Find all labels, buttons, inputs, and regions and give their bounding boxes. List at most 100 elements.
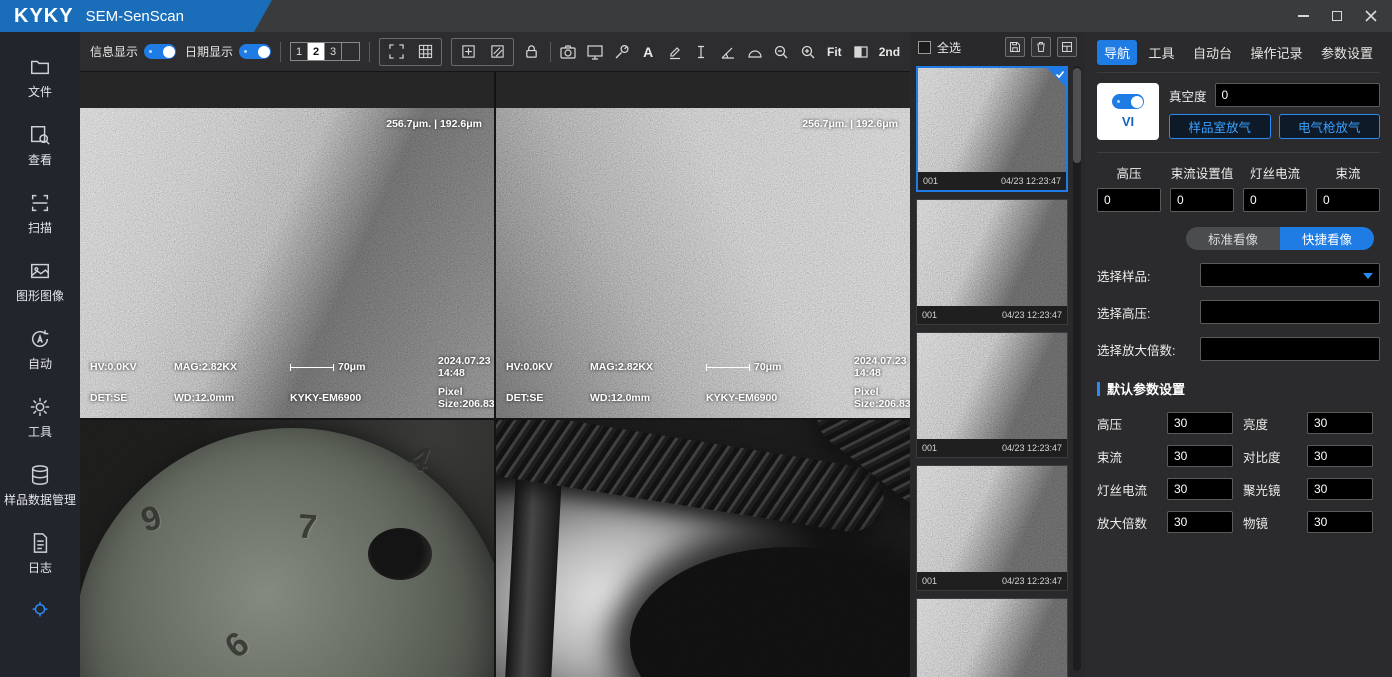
default-condenser-label: 聚光镜 [1243, 480, 1297, 499]
display-button[interactable] [586, 41, 604, 63]
sem-viewport-1[interactable]: 256.7μm. | 192.6μm HV:0.0KV MAG:2.82KX 7… [80, 72, 494, 418]
sidebar-item-auto[interactable]: 自动 [0, 316, 80, 384]
dither-button[interactable] [414, 41, 436, 63]
vent-gun-button[interactable]: 电气枪放气 [1279, 114, 1381, 139]
optical-chamber-viewport[interactable] [496, 420, 910, 677]
log-icon [29, 532, 51, 554]
layout-3-button[interactable]: 3 [325, 43, 342, 60]
sidebar-item-graphics[interactable]: 图形图像 [0, 248, 80, 316]
select-all-checkbox[interactable] [918, 41, 931, 54]
tab-navigation[interactable]: 导航 [1097, 40, 1137, 65]
default-hv-input[interactable] [1167, 412, 1233, 434]
select-hv-label: 选择高压: [1097, 303, 1194, 322]
capture-button[interactable] [560, 41, 578, 63]
layout-2-button[interactable]: 2 [308, 43, 325, 60]
scrollbar-thumb[interactable] [1073, 68, 1081, 163]
tab-tools[interactable]: 工具 [1141, 40, 1181, 65]
crosshair-button[interactable] [457, 41, 479, 63]
layout-empty-button[interactable] [342, 43, 359, 60]
datetime-value: 2024.07.23 14:48 [438, 355, 494, 379]
quick-imaging-button[interactable]: 快捷看像 [1280, 227, 1374, 250]
mag-dropdown[interactable] [1200, 337, 1380, 361]
vent-chamber-button[interactable]: 样品室放气 [1169, 114, 1271, 139]
date-display-toggle[interactable] [239, 44, 271, 59]
layout-1-button[interactable]: 1 [291, 43, 308, 60]
sidebar-item-tools[interactable]: 工具 [0, 384, 80, 452]
hv-value: HV:0.0KV [90, 361, 174, 373]
thumbnail-item[interactable]: 001 04/23 12:23:47 [916, 199, 1068, 325]
info-display-toggle[interactable] [144, 44, 176, 59]
protractor-button[interactable] [746, 41, 764, 63]
layout-switcher: 1 2 3 [290, 42, 360, 61]
tab-operation-log[interactable]: 操作记录 [1243, 40, 1309, 65]
gallery-button[interactable] [1057, 37, 1077, 57]
sidebar-item-view[interactable]: 查看 [0, 112, 80, 180]
hv-input[interactable] [1097, 188, 1161, 212]
hv-dropdown[interactable] [1200, 300, 1380, 324]
default-filament-label: 灯丝电流 [1097, 480, 1157, 499]
optical-stage-viewport[interactable]: 4 7 9 6 [80, 420, 494, 677]
tab-auto-stage[interactable]: 自动台 [1186, 40, 1239, 65]
default-contrast-input[interactable] [1307, 445, 1373, 467]
thumbnail-item[interactable]: 001 04/23 12:23:47 [916, 598, 1068, 677]
datetime-value: 2024.07.23 14:48 [854, 355, 910, 379]
contrast-button[interactable] [852, 41, 870, 63]
text-tool-button[interactable]: A [639, 41, 657, 63]
default-condenser-input[interactable] [1307, 478, 1373, 500]
second-display-button[interactable]: 2nd [879, 41, 900, 63]
save-button[interactable] [1005, 37, 1025, 57]
annotate-button[interactable] [666, 41, 684, 63]
lock-button[interactable] [523, 41, 541, 63]
vi-toggle-card[interactable]: VI [1097, 83, 1159, 140]
close-button[interactable] [1358, 5, 1384, 27]
delete-button[interactable] [1031, 37, 1051, 57]
frame-button[interactable] [486, 41, 508, 63]
protractor-icon [747, 44, 763, 60]
default-filament-input[interactable] [1167, 478, 1233, 500]
filament-input[interactable] [1243, 188, 1307, 212]
standard-imaging-button[interactable]: 标准看像 [1186, 227, 1280, 250]
sidebar-item-sample-data[interactable]: 样品数据管理 [0, 452, 80, 520]
select-sample-row: 选择样品: [1097, 263, 1380, 287]
default-mag-input[interactable] [1167, 511, 1233, 533]
vacuum-input[interactable] [1215, 83, 1380, 107]
angle-button[interactable] [719, 41, 737, 63]
zoom-in-button[interactable] [799, 41, 817, 63]
text-tool-icon: A [643, 44, 653, 60]
beam-fields: 高压 束流设置值 灯丝电流 束流 [1097, 163, 1380, 212]
beam-set-label: 束流设置值 [1171, 163, 1234, 182]
sidebar-item-partial[interactable] [0, 588, 80, 634]
section-accent-bar [1097, 382, 1100, 396]
detector-value: DET:SE [90, 392, 174, 404]
beam-input[interactable] [1316, 188, 1380, 212]
thumbnail-item[interactable]: 001 04/23 12:23:47 [916, 332, 1068, 458]
maximize-button[interactable] [1324, 5, 1350, 27]
fit-button[interactable]: Fit [826, 41, 844, 63]
sample-dropdown[interactable] [1200, 263, 1380, 287]
default-objective-input[interactable] [1307, 511, 1373, 533]
default-mag-label: 放大倍数 [1097, 513, 1157, 532]
beam-set-input[interactable] [1170, 188, 1234, 212]
thumbnail-list: 001 04/23 12:23:47 001 04/23 12:23:47 [916, 66, 1068, 677]
minimize-button[interactable] [1290, 5, 1316, 27]
vi-toggle[interactable] [1112, 94, 1144, 109]
toolbar-separator [280, 42, 281, 62]
sidebar-item-files[interactable]: 文件 [0, 44, 80, 112]
tab-parameter-settings[interactable]: 参数设置 [1314, 40, 1380, 65]
hv-label: 高压 [1116, 163, 1141, 182]
sidebar-item-log[interactable]: 日志 [0, 520, 80, 588]
sem-viewport-2[interactable]: 256.7μm. | 192.6μm HV:0.0KV MAG:2.82KX 7… [496, 72, 910, 418]
filament-label: 灯丝电流 [1250, 163, 1300, 182]
fullscreen-button[interactable] [385, 41, 407, 63]
default-brightness-input[interactable] [1307, 412, 1373, 434]
sidebar-item-scan[interactable]: 扫描 [0, 180, 80, 248]
divider [1097, 152, 1380, 153]
default-beam-label: 束流 [1097, 447, 1157, 466]
thumbnail-item[interactable]: 001 04/23 12:23:47 [916, 465, 1068, 591]
measure-tools-button[interactable] [613, 41, 631, 63]
zoom-out-button[interactable] [772, 41, 790, 63]
default-beam-input[interactable] [1167, 445, 1233, 467]
thumbnail-caption: 001 04/23 12:23:47 [918, 172, 1066, 190]
ruler-button[interactable] [693, 41, 711, 63]
thumbnail-item[interactable]: 001 04/23 12:23:47 [916, 66, 1068, 192]
